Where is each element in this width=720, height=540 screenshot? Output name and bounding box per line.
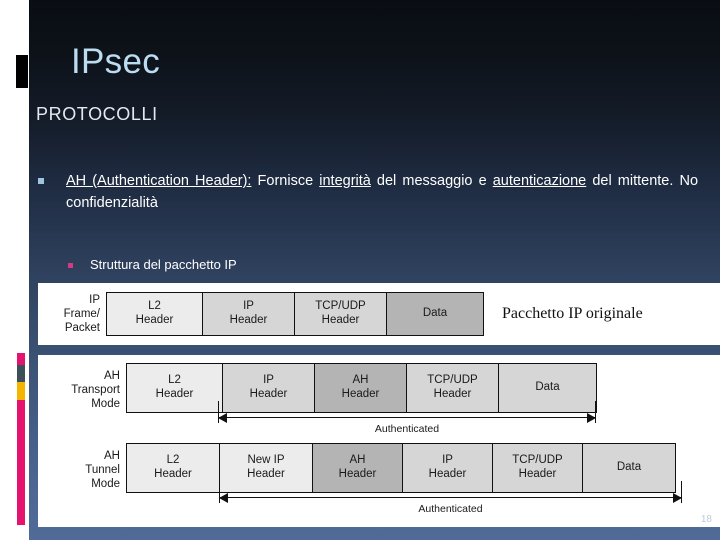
label-line: AH: [104, 450, 120, 462]
accent-segment-amber: [17, 382, 25, 400]
arrow-left-icon: [219, 493, 228, 503]
packet-field-cell: AH Header: [315, 364, 407, 412]
packet-field-label: Header: [338, 468, 377, 480]
page-subtitle: PROTOCOLLI: [36, 104, 158, 124]
packet-field-label: AH: [352, 374, 369, 387]
label-line: Mode: [91, 478, 120, 491]
packet-field-cell: AH Header: [313, 444, 403, 492]
figure2-row-transport: AH Transport Mode L2 Header IP Header AH Header…: [38, 363, 597, 413]
sub-bullet-text: Struttura del pacchetto IP: [90, 257, 237, 272]
packet-field-cell: L2 Header: [127, 364, 223, 412]
packet-field-cell: Data: [387, 293, 483, 335]
packet-field-cell: IP Header: [223, 364, 315, 412]
figure2-authenticated-span-tunnel: Authenticated: [219, 481, 682, 521]
page-number: 18: [700, 514, 712, 525]
figure2-row-label-transport: AH Transport Mode: [38, 363, 126, 411]
bullet-text: AH (Authentication Header): Fornisce int…: [66, 170, 698, 215]
packet-field-label: Header: [154, 468, 192, 480]
arrow-right-icon: [673, 493, 682, 503]
packet-field-cell: L2 Header: [127, 444, 220, 492]
packet-field-cell: IP Header: [203, 293, 295, 335]
figure-ah-modes: AH Transport Mode L2 Header IP Header AH Header…: [38, 355, 720, 527]
figure1-packet-chain: L2 Header IP Header TCP/UDP Header Data: [106, 292, 484, 336]
figure2-row-tunnel: AH Tunnel Mode L2 Header New IP Header AH Heade…: [38, 443, 676, 493]
figure2-authenticated-span-transport: Authenticated: [218, 401, 596, 441]
arrow-left-icon: [218, 413, 227, 423]
sub-bullet-item: Struttura del pacchetto IP: [68, 257, 237, 272]
packet-field-cell: L2 Header: [107, 293, 203, 335]
packet-field-cell: TCP/UDP Header: [407, 364, 499, 412]
bullet-segment: AH (Authentication Header):: [66, 173, 252, 189]
span-line: [218, 417, 596, 419]
packet-field-label: TCP/UDP: [427, 374, 478, 387]
packet-field-label: TCP/UDP: [315, 300, 366, 313]
bullet-segment: del messaggio e: [370, 173, 493, 189]
accent-segment-teal: [17, 365, 25, 382]
packet-field-label: Data: [616, 461, 642, 474]
packet-field-label: Header: [433, 388, 472, 400]
packet-field-label: TCP/UDP: [512, 454, 563, 467]
packet-field-cell: New IP Header: [220, 444, 313, 492]
packet-field-label: IP: [263, 374, 274, 387]
label-line: IP: [89, 293, 100, 306]
packet-field-label: Header: [321, 314, 360, 326]
packet-field-label: L2: [148, 300, 161, 313]
packet-field-label: Data: [535, 381, 560, 394]
label-line: Transport: [71, 384, 120, 397]
accent-segment-pink-long: [17, 400, 25, 525]
bullet-segment: integrità: [319, 173, 371, 189]
packet-field-label: Data: [422, 307, 448, 320]
bullet-segment: autenticazione: [492, 173, 587, 189]
label-line: AH: [104, 370, 120, 382]
packet-field-label: Header: [135, 314, 174, 326]
packet-field-cell: IP Header: [403, 444, 493, 492]
label-line: Tunnel: [85, 464, 120, 477]
figure1-caption: Pacchetto IP originale: [502, 305, 643, 322]
figure2-packet-chain-tunnel: L2 Header New IP Header AH Header IP Header TCP/…: [126, 443, 676, 493]
bullet-item: AH (Authentication Header): Fornisce int…: [38, 170, 698, 215]
title-accent-block: [16, 55, 28, 88]
label-line: Packet: [64, 322, 100, 334]
figure1-row-label: IP Frame/Packet: [38, 293, 106, 335]
packet-field-label: New IP: [247, 454, 285, 467]
accent-segment-pink-top: [17, 353, 25, 365]
packet-field-cell: Data: [583, 444, 675, 492]
figure-ip-packet: IP Frame/Packet L2 Header IP Header TCP/UDP He…: [38, 283, 720, 345]
packet-field-label: AH: [349, 454, 366, 467]
square-bullet-icon: [38, 178, 44, 184]
packet-field-label: IP: [442, 454, 453, 467]
packet-field-cell: TCP/UDP Header: [295, 293, 387, 335]
page-title: IPsec: [71, 42, 161, 81]
slide-canvas: IPsec PROTOCOLLI AH (Authentication Head…: [0, 0, 720, 540]
label-line: Frame/: [63, 307, 100, 320]
packet-field-label: Header: [518, 468, 557, 480]
left-accent-bar: [17, 353, 25, 525]
packet-field-cell: TCP/UDP Header: [493, 444, 583, 492]
span-label: Authenticated: [418, 503, 483, 515]
arrow-right-icon: [587, 413, 596, 423]
packet-field-label: Header: [155, 388, 194, 400]
label-line: Mode: [91, 398, 120, 411]
packet-field-label: Header: [428, 468, 467, 480]
packet-field-label: Header: [247, 468, 285, 480]
packet-field-label: Header: [249, 388, 288, 400]
packet-field-label: L2: [166, 454, 180, 467]
bullet-segment: Fornisce: [251, 173, 320, 189]
packet-field-label: Header: [341, 388, 380, 400]
figure2-packet-chain-transport: L2 Header IP Header AH Header TCP/UDP Header Dat…: [126, 363, 597, 413]
span-label: Authenticated: [374, 423, 440, 435]
packet-field-label: L2: [168, 374, 181, 387]
packet-field-label: IP: [243, 300, 254, 313]
square-bullet-icon: [68, 263, 73, 268]
packet-field-cell: Data: [499, 364, 596, 412]
figure2-row-label-tunnel: AH Tunnel Mode: [38, 443, 126, 491]
span-line: [219, 497, 682, 499]
packet-field-label: Header: [229, 314, 268, 326]
